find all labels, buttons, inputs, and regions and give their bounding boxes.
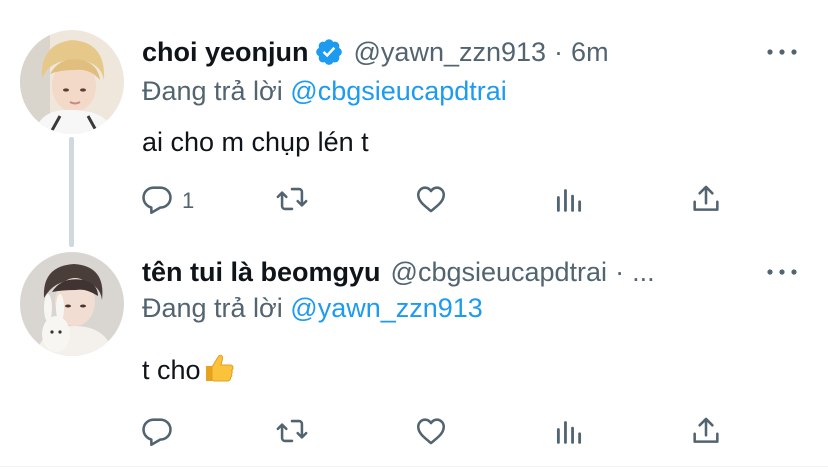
tweet-actions: 1 <box>140 181 740 221</box>
tweet-text: ai cho m chụp lén t <box>142 127 369 157</box>
stats-icon <box>552 414 586 453</box>
display-name[interactable]: tên tui là beomgyu <box>142 257 381 288</box>
reply-button[interactable]: 1 <box>140 181 194 221</box>
verified-badge-icon <box>314 37 344 67</box>
divider <box>0 466 828 467</box>
replying-to-mention[interactable]: @yawn_zzn913 <box>290 293 483 323</box>
stats-button[interactable] <box>552 413 586 453</box>
share-icon <box>689 182 723 221</box>
replying-to: Đang trả lời @yawn_zzn913 <box>142 293 483 324</box>
avatar-beomgyu-image <box>20 252 124 356</box>
replying-to: Đang trả lời @cbgsieucapdtrai <box>142 76 507 107</box>
share-button[interactable] <box>689 413 723 453</box>
separator: · <box>615 256 625 287</box>
replying-to-mention[interactable]: @cbgsieucapdtrai <box>290 76 507 106</box>
reply-icon <box>140 182 174 221</box>
like-icon <box>414 182 448 221</box>
like-button[interactable] <box>414 413 448 453</box>
like-button[interactable] <box>414 181 448 221</box>
like-icon <box>414 414 448 453</box>
handle[interactable]: @yawn_zzn913 <box>354 37 547 68</box>
tweet-header: choi yeonjun @yawn_zzn913 · 6m <box>142 32 609 72</box>
share-button[interactable] <box>689 181 723 221</box>
timestamp[interactable]: 6m <box>571 37 609 68</box>
tweet-text: t cho <box>142 355 201 385</box>
handle[interactable]: @cbgsieucapdtrai <box>391 257 608 288</box>
more-icon[interactable] <box>764 260 800 284</box>
separator: · <box>554 36 564 67</box>
replying-to-label: Đang trả lời <box>142 293 283 323</box>
avatar[interactable] <box>20 30 124 134</box>
reply-count: 1 <box>182 188 195 213</box>
display-name[interactable]: choi yeonjun <box>142 37 309 68</box>
stats-button[interactable] <box>552 181 586 221</box>
avatar-yeonjun-image <box>20 30 124 134</box>
replying-to-label: Đang trả lời <box>142 76 283 106</box>
reply-icon <box>140 414 174 453</box>
more-icon[interactable] <box>764 40 800 64</box>
share-icon <box>689 414 723 453</box>
retweet-icon <box>275 414 309 453</box>
retweet-button[interactable] <box>275 413 309 453</box>
retweet-button[interactable] <box>275 181 309 221</box>
avatar[interactable] <box>20 252 124 356</box>
thumbs-up-emoji-icon <box>203 353 235 383</box>
reply-button[interactable] <box>140 413 182 453</box>
retweet-icon <box>275 182 309 221</box>
stats-icon <box>552 182 586 221</box>
tweet-actions <box>140 413 740 453</box>
tweet-text-container: t cho <box>142 353 235 386</box>
timestamp[interactable]: ... <box>632 257 655 288</box>
tweet-header: tên tui là beomgyu @cbgsieucapdtrai · ..… <box>142 252 655 292</box>
